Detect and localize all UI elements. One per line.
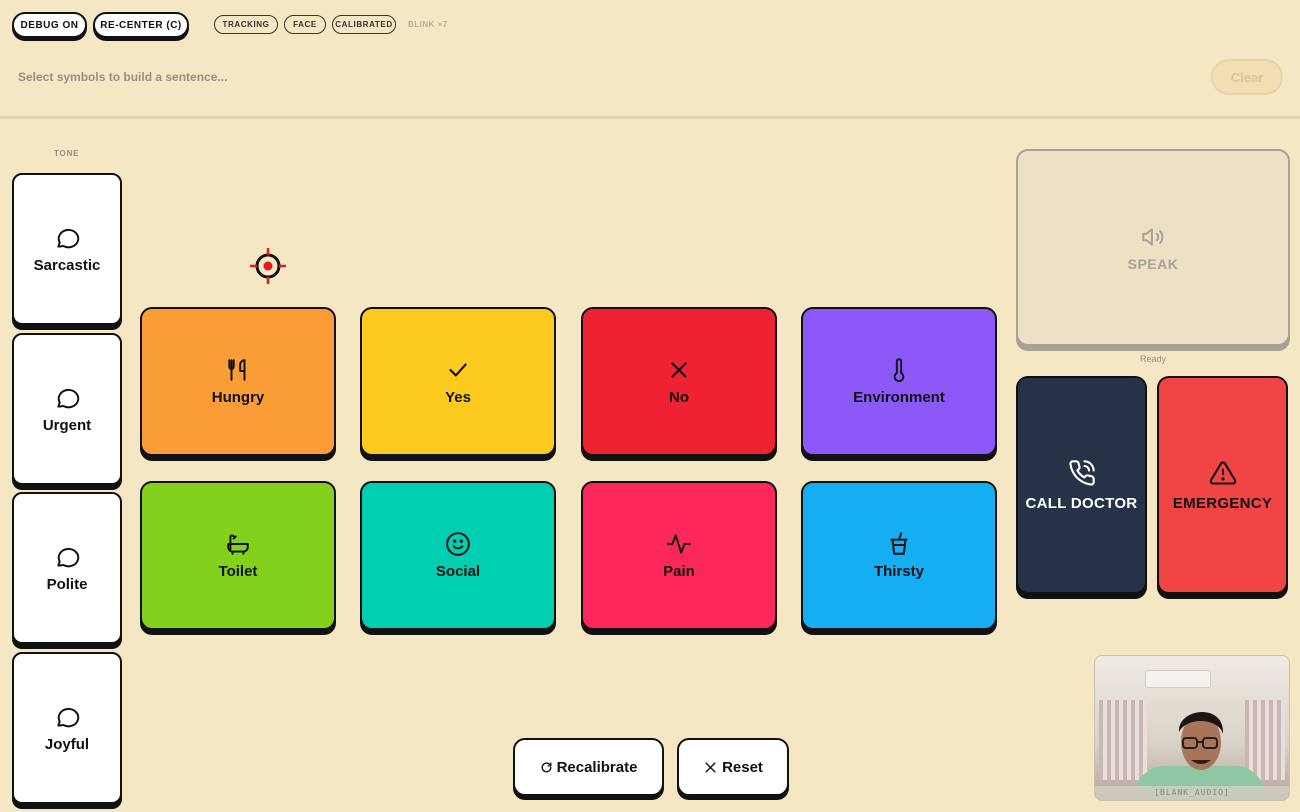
webcam-person bbox=[1178, 711, 1224, 770]
symbol-social-button[interactable]: Social bbox=[360, 481, 556, 630]
recalibrate-label: Recalibrate bbox=[556, 758, 638, 776]
symbol-label: Yes bbox=[445, 389, 471, 406]
symbol-label: Thirsty bbox=[873, 563, 924, 580]
speech-bubble-icon bbox=[54, 704, 80, 730]
symbol-environment-button[interactable]: Environment bbox=[801, 307, 997, 456]
speech-bubble-icon bbox=[54, 385, 80, 411]
x-icon bbox=[666, 357, 692, 383]
pulse-icon bbox=[666, 531, 692, 557]
tone-urgent-button[interactable]: Urgent bbox=[12, 333, 122, 485]
status-badge-tracking: TRACKING bbox=[214, 15, 278, 34]
refresh-icon bbox=[540, 761, 553, 774]
speech-bubble-icon bbox=[54, 544, 80, 570]
tone-polite-button[interactable]: Polite bbox=[12, 492, 122, 644]
clear-button[interactable]: Clear bbox=[1211, 59, 1283, 95]
symbol-label: Social bbox=[435, 563, 481, 580]
speech-bubble-icon bbox=[54, 225, 80, 251]
recalibrate-button[interactable]: Recalibrate bbox=[513, 738, 664, 796]
symbol-label: Hungry bbox=[211, 389, 265, 406]
symbol-yes-button[interactable]: Yes bbox=[360, 307, 556, 456]
symbol-label: Environment bbox=[853, 389, 945, 406]
webcam-preview: [BLANK_AUDIO] bbox=[1094, 655, 1290, 801]
debug-toggle-button[interactable]: DEBUG ON bbox=[12, 12, 87, 38]
close-icon bbox=[703, 760, 718, 775]
webcam-scene-ac bbox=[1145, 670, 1211, 688]
aac-board: DEBUG ON RE-CENTER (C) TRACKING FACE CAL… bbox=[0, 0, 1300, 812]
speak-label: SPEAK bbox=[1127, 255, 1179, 272]
sentence-display: Select symbols to build a sentence... bbox=[18, 70, 228, 84]
status-text: TRACKING bbox=[222, 20, 270, 29]
gaze-cursor bbox=[250, 248, 286, 284]
tone-label: Polite bbox=[46, 575, 88, 593]
speak-button[interactable]: SPEAK bbox=[1016, 149, 1290, 346]
tone-label: Urgent bbox=[42, 416, 92, 434]
warning-icon bbox=[1209, 459, 1237, 487]
tone-label: Sarcastic bbox=[33, 256, 101, 274]
symbol-no-button[interactable]: No bbox=[581, 307, 777, 456]
tone-joyful-button[interactable]: Joyful bbox=[12, 652, 122, 804]
smile-icon bbox=[445, 531, 471, 557]
tone-label: Joyful bbox=[44, 735, 90, 753]
status-text: CALIBRATED bbox=[335, 20, 393, 29]
symbol-label: Pain bbox=[663, 563, 695, 580]
speak-status: Ready bbox=[1140, 354, 1167, 364]
symbol-hungry-button[interactable]: Hungry bbox=[140, 307, 336, 456]
divider bbox=[0, 116, 1300, 119]
reset-button[interactable]: Reset bbox=[677, 738, 789, 796]
check-icon bbox=[445, 357, 471, 383]
tone-sarcastic-button[interactable]: Sarcastic bbox=[12, 173, 122, 325]
call-doctor-button[interactable]: CALL DOCTOR bbox=[1016, 376, 1147, 594]
fork-knife-icon bbox=[225, 357, 251, 383]
status-badge-calibrated: CALIBRATED bbox=[332, 15, 396, 34]
symbol-label: No bbox=[669, 389, 689, 406]
status-text: FACE bbox=[293, 20, 317, 29]
clear-label: Clear bbox=[1230, 69, 1264, 85]
tone-header: TONE bbox=[54, 149, 80, 158]
recenter-button[interactable]: RE-CENTER (C) bbox=[93, 12, 189, 38]
call-doctor-label: CALL DOCTOR bbox=[1025, 494, 1138, 512]
recenter-label: RE-CENTER (C) bbox=[100, 19, 182, 31]
emergency-label: EMERGENCY bbox=[1172, 494, 1273, 512]
webcam-scene-curtain bbox=[1099, 700, 1147, 780]
webcam-scene-curtain bbox=[1245, 700, 1285, 780]
symbol-thirsty-button[interactable]: Thirsty bbox=[801, 481, 997, 630]
status-badge-face: FACE bbox=[284, 15, 326, 34]
emergency-button[interactable]: EMERGENCY bbox=[1157, 376, 1288, 594]
symbol-pain-button[interactable]: Pain bbox=[581, 481, 777, 630]
cup-icon bbox=[886, 531, 912, 557]
webcam-caption: [BLANK_AUDIO] bbox=[1095, 786, 1289, 800]
thermometer-icon bbox=[886, 357, 912, 383]
symbol-label: Toilet bbox=[218, 563, 258, 580]
bathtub-icon bbox=[225, 531, 251, 557]
speaker-icon bbox=[1140, 224, 1166, 250]
blink-counter: BLINK ×7 bbox=[408, 20, 448, 29]
reset-label: Reset bbox=[722, 758, 763, 776]
symbol-toilet-button[interactable]: Toilet bbox=[140, 481, 336, 630]
phone-icon bbox=[1068, 459, 1096, 487]
debug-label: DEBUG ON bbox=[20, 19, 79, 31]
